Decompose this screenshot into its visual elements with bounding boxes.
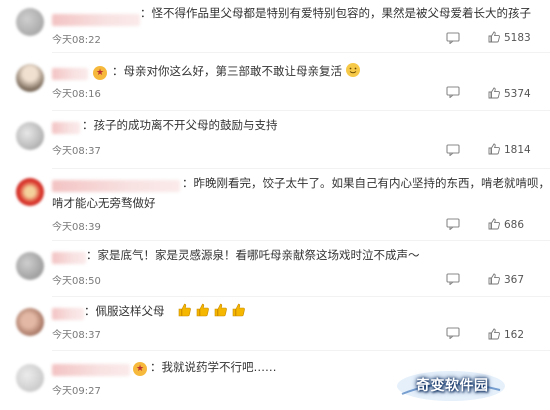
avatar[interactable]	[16, 122, 44, 150]
username[interactable]	[52, 252, 86, 264]
comment-text: ：佩服这样父母	[84, 300, 250, 323]
avatar[interactable]	[16, 8, 44, 36]
comment-text-content: ：佩服这样父母	[84, 304, 165, 318]
avatar[interactable]	[16, 178, 44, 206]
divider	[52, 168, 550, 169]
like-count: 5374	[504, 88, 531, 100]
comment-text: ：昨晚刚看完，饺子太牛了。如果自己有内心坚持的东西，啃老就啃呗，有的	[182, 176, 550, 190]
avatar[interactable]	[16, 64, 44, 92]
like-button[interactable]: 367	[488, 273, 524, 286]
comment-icon[interactable]	[446, 273, 460, 285]
thumbs-up-icon	[488, 143, 500, 155]
like-button[interactable]: 1814	[488, 143, 531, 156]
comment-icon[interactable]	[446, 218, 460, 230]
username[interactable]	[52, 68, 88, 80]
like-button[interactable]: 686	[488, 218, 524, 231]
divider	[52, 296, 550, 297]
comment-text: ：母亲对你这么好，第三部敢不敢让母亲复活	[112, 60, 360, 83]
comment-time: 今天08:22	[52, 35, 101, 46]
watermark-logo: 奇变软件园	[396, 364, 506, 404]
watermark-text: 奇变软件园	[416, 378, 489, 394]
thumbs-up-icon	[488, 87, 500, 99]
comment-icon[interactable]	[446, 86, 460, 98]
divider	[52, 52, 550, 53]
thumbs-up-emoji-icon	[232, 303, 245, 317]
like-count: 367	[504, 274, 525, 286]
thumbs-up-icon	[488, 31, 500, 43]
username[interactable]	[52, 122, 80, 134]
comment-text: ：孩子的成功离不开父母的鼓励与支持	[82, 118, 278, 132]
comment-icon[interactable]	[446, 327, 460, 339]
comment-text: ：我就说药学不行吧……	[150, 360, 277, 374]
comment-text: ：家是底气！家是灵感源泉！看哪吒母亲献祭这场戏时泣不成声～	[86, 248, 420, 262]
username[interactable]	[52, 180, 180, 192]
thumbs-up-icon	[488, 273, 500, 285]
like-button[interactable]: 5374	[488, 87, 531, 100]
comment-icon[interactable]	[446, 32, 460, 44]
thumbs-up-emoji-icon	[178, 303, 191, 317]
username[interactable]	[52, 14, 140, 26]
like-count: 686	[504, 219, 525, 231]
username[interactable]	[52, 308, 84, 320]
divider	[52, 350, 550, 351]
like-button[interactable]: 5183	[488, 31, 531, 44]
fan-badge-icon: ★	[93, 66, 107, 80]
avatar[interactable]	[16, 252, 44, 280]
comment-icon[interactable]	[446, 144, 460, 156]
comment-text: ：怪不得作品里父母都是特别有爱特别包容的，果然是被父母爱着长大的孩子	[140, 6, 531, 20]
thumbs-up-icon	[488, 218, 500, 230]
fan-badge-icon: ★	[133, 362, 147, 376]
like-button[interactable]: 162	[488, 328, 524, 341]
like-count: 1814	[504, 144, 531, 156]
thumbs-up-emoji-icon	[196, 303, 209, 317]
comment-time: 今天08:39	[52, 222, 101, 233]
comment-time: 今天08:37	[52, 330, 101, 341]
like-count: 162	[504, 329, 525, 341]
like-count: 5183	[504, 32, 531, 44]
username[interactable]	[52, 364, 130, 376]
comment-time: 今天08:50	[52, 276, 101, 287]
comment-time: 今天08:16	[52, 89, 101, 100]
thumbs-up-emoji-icon	[214, 303, 227, 317]
comment-text-continued: 啃才能心无旁骛做好	[52, 196, 156, 210]
avatar[interactable]	[16, 308, 44, 336]
comment-time: 今天09:27	[52, 386, 101, 397]
divider	[52, 240, 550, 241]
comment-time: 今天08:37	[52, 146, 101, 157]
divider	[52, 110, 550, 111]
thumbs-up-icon	[488, 328, 500, 340]
smile-emoji-icon	[345, 63, 360, 77]
avatar[interactable]	[16, 364, 44, 392]
comment-text-content: ：母亲对你这么好，第三部敢不敢让母亲复活	[112, 64, 342, 78]
